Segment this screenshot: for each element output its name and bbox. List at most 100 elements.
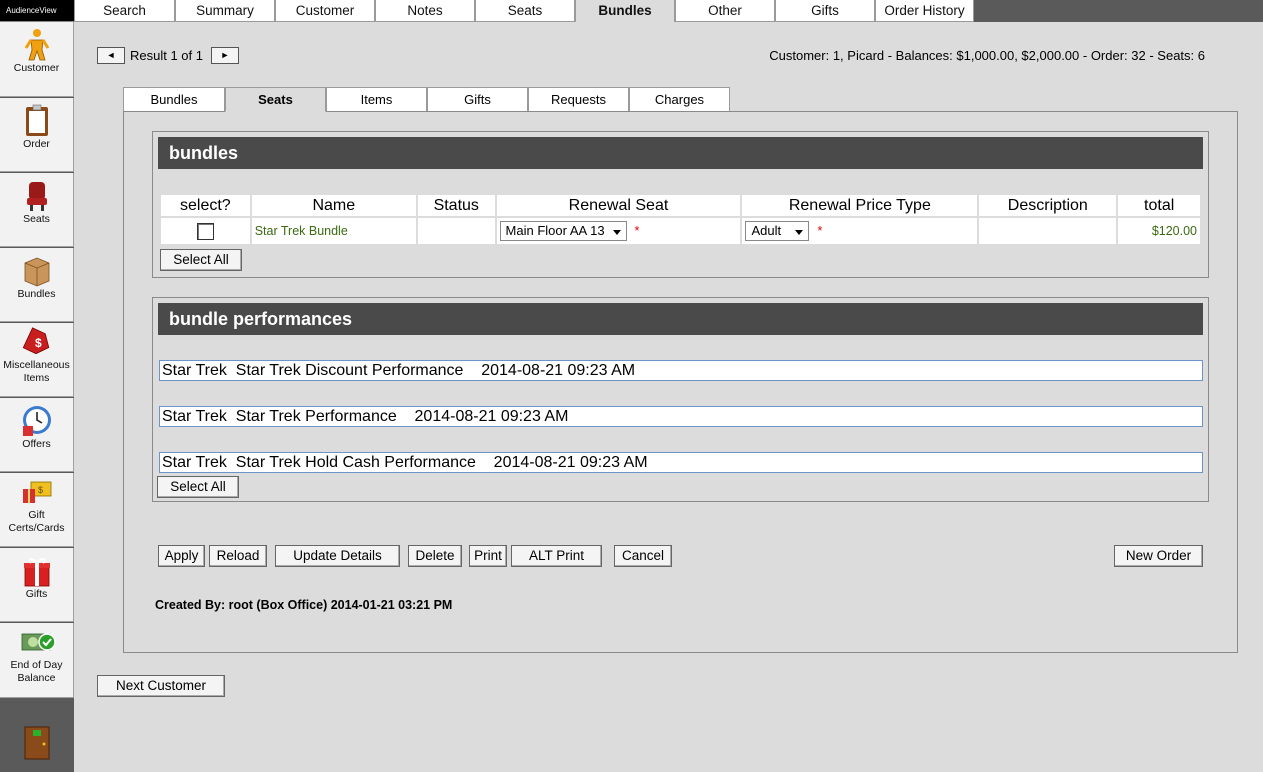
select-all-bundles-button[interactable]: Select All <box>160 249 242 271</box>
renewal-price-type-value: Adult <box>751 223 782 238</box>
select-cell <box>161 218 250 244</box>
left-sidebar: AudienceView Customer Order Seats Bundle… <box>0 0 74 772</box>
bundles-table: select? Name Status Renewal Seat Renewal… <box>159 195 1202 244</box>
gift-box-icon <box>21 554 53 587</box>
apply-button[interactable]: Apply <box>158 545 205 567</box>
required-marker: * <box>634 224 640 238</box>
result-counter: Result 1 of 1 <box>130 48 203 63</box>
next-result-button[interactable]: ► <box>211 47 239 64</box>
reload-button[interactable]: Reload <box>209 545 267 567</box>
top-bar-filler <box>974 0 1263 22</box>
bundles-section: bundles select? Name Status Renewal Seat… <box>152 131 1209 278</box>
sidebar-item-end-of-day-balance[interactable]: End of Day Balance <box>0 623 74 698</box>
sub-tab-bar: Bundles Seats Items Gifts Requests Charg… <box>123 87 730 112</box>
column-header-renewal-price-type: Renewal Price Type <box>742 195 978 218</box>
update-details-button[interactable]: Update Details <box>275 545 400 567</box>
performance-item[interactable]: Star Trek Star Trek Performance 2014-08-… <box>159 406 1203 427</box>
subtab-seats[interactable]: Seats <box>225 87 326 112</box>
previous-result-button[interactable]: ◄ <box>97 47 125 64</box>
svg-text:$: $ <box>35 336 42 350</box>
chevron-down-icon <box>612 230 621 235</box>
tab-seats[interactable]: Seats <box>475 0 575 22</box>
tab-other[interactable]: Other <box>675 0 775 22</box>
tab-search[interactable]: Search <box>74 0 175 22</box>
delete-button[interactable]: Delete <box>408 545 462 567</box>
performance-item[interactable]: Star Trek Star Trek Discount Performance… <box>159 360 1203 381</box>
select-all-performances-button[interactable]: Select All <box>157 476 239 498</box>
brand-logo: AudienceView <box>0 0 74 22</box>
sidebar-item-label: Miscellaneous Items <box>3 359 70 384</box>
sidebar-item-label: Order <box>23 138 50 150</box>
tab-notes[interactable]: Notes <box>375 0 475 22</box>
sidebar-item-gift-certs-cards[interactable]: $ Gift Certs/Cards <box>0 473 74 547</box>
subtab-charges[interactable]: Charges <box>629 87 730 112</box>
required-marker: * <box>817 224 823 238</box>
renewal-price-type-select[interactable]: Adult <box>745 221 810 241</box>
bundles-section-title: bundles <box>158 137 1203 169</box>
tab-summary[interactable]: Summary <box>175 0 275 22</box>
tab-gifts[interactable]: Gifts <box>775 0 875 22</box>
exit-door-icon <box>24 726 50 763</box>
sidebar-item-label: Customer <box>13 62 60 74</box>
sidebar-item-miscellaneous-items[interactable]: $ Miscellaneous Items <box>0 323 74 397</box>
cash-check-icon <box>21 629 56 657</box>
chevron-down-icon <box>795 230 804 235</box>
main-panel: bundles select? Name Status Renewal Seat… <box>123 111 1238 653</box>
table-header-row: select? Name Status Renewal Seat Renewal… <box>161 195 1200 218</box>
column-header-status: Status <box>417 195 495 218</box>
select-checkbox[interactable] <box>196 222 214 240</box>
renewal-seat-value: Main Floor AA 13 <box>505 223 605 238</box>
gift-card-icon: $ <box>21 479 53 507</box>
next-customer-button[interactable]: Next Customer <box>97 675 225 697</box>
sidebar-item-bundles[interactable]: Bundles <box>0 248 74 322</box>
sidebar-item-label: Gifts <box>25 588 48 600</box>
bundle-name-link[interactable]: Star Trek Bundle <box>251 218 416 244</box>
sidebar-item-label: Offers <box>22 438 51 450</box>
top-tab-bar: Search Summary Customer Notes Seats Bund… <box>74 0 974 22</box>
column-header-total: total <box>1118 195 1200 218</box>
clipboard-icon <box>21 104 53 136</box>
column-header-name: Name <box>251 195 416 218</box>
bundle-performances-section-title: bundle performances <box>158 303 1203 335</box>
person-icon <box>21 28 53 61</box>
bundle-performances-section: bundle performances Star Trek Star Trek … <box>152 297 1209 502</box>
cancel-button[interactable]: Cancel <box>614 545 672 567</box>
renewal-seat-select[interactable]: Main Floor AA 13 <box>499 221 627 241</box>
subtab-bundles[interactable]: Bundles <box>123 87 225 112</box>
print-button[interactable]: Print <box>469 545 507 567</box>
column-header-description: Description <box>979 195 1117 218</box>
renewal-price-type-cell: Adult * <box>742 218 978 244</box>
bundle-status <box>417 218 495 244</box>
new-order-button[interactable]: New Order <box>1114 545 1203 567</box>
sidebar-item-offers[interactable]: Offers <box>0 398 74 472</box>
sidebar-item-label: End of Day Balance <box>10 659 63 684</box>
column-header-select: select? <box>161 195 250 218</box>
sidebar-item-label: Seats <box>23 213 50 225</box>
svg-text:$: $ <box>38 485 43 495</box>
sidebar-item-seats[interactable]: Seats <box>0 173 74 247</box>
box-icon <box>21 254 53 287</box>
subtab-requests[interactable]: Requests <box>528 87 629 112</box>
seat-icon <box>21 179 53 211</box>
customer-summary: Customer: 1, Picard - Balances: $1,000.0… <box>769 48 1205 63</box>
sidebar-item-customer[interactable]: Customer <box>0 22 74 97</box>
column-header-renewal-seat: Renewal Seat <box>496 195 741 218</box>
subtab-items[interactable]: Items <box>326 87 427 112</box>
bundle-total: $120.00 <box>1118 218 1200 244</box>
tab-order-history[interactable]: Order History <box>875 0 974 22</box>
performance-item[interactable]: Star Trek Star Trek Hold Cash Performanc… <box>159 452 1203 473</box>
subtab-gifts[interactable]: Gifts <box>427 87 528 112</box>
exit-button[interactable] <box>0 698 74 772</box>
renewal-seat-cell: Main Floor AA 13 * <box>496 218 741 244</box>
bundle-description <box>979 218 1117 244</box>
table-row: Star Trek Bundle Main Floor AA 13 * Adult… <box>161 218 1200 244</box>
created-by-info: Created By: root (Box Office) 2014-01-21… <box>155 598 453 612</box>
clock-icon <box>21 404 53 436</box>
tab-bundles[interactable]: Bundles <box>575 0 675 22</box>
price-tag-icon: $ <box>21 327 53 357</box>
sidebar-item-label: Gift Certs/Cards <box>8 509 65 534</box>
tab-customer[interactable]: Customer <box>275 0 375 22</box>
sidebar-item-gifts[interactable]: Gifts <box>0 548 74 622</box>
sidebar-item-order[interactable]: Order <box>0 98 74 172</box>
alt-print-button[interactable]: ALT Print <box>511 545 602 567</box>
